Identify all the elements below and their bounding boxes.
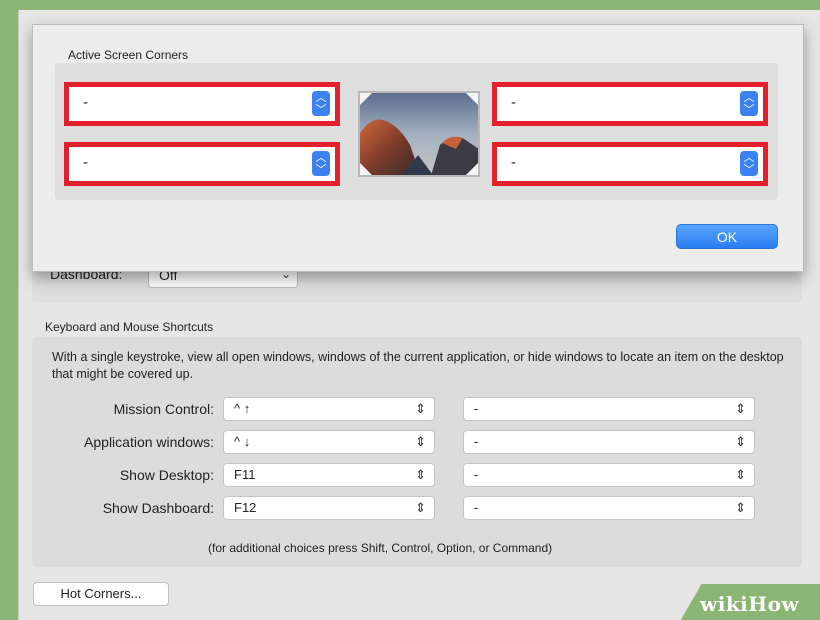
updown-chevron-icon: ⇕: [415, 467, 426, 482]
show-dashboard-keyboard-value: F12: [234, 500, 257, 515]
hot-corners-button[interactable]: Hot Corners...: [33, 582, 169, 606]
corner-marker-bottom-right: [466, 163, 478, 175]
desktop-preview-image: [358, 91, 480, 177]
application-windows-mouse-value: -: [474, 434, 479, 449]
bottom-left-corner-value: -: [83, 154, 88, 171]
updown-chevron-icon: ⇕: [415, 434, 426, 449]
show-dashboard-mouse-value: -: [474, 500, 479, 515]
updown-chevron-icon: ⇕: [735, 434, 746, 449]
show-desktop-mouse-value: -: [474, 467, 479, 482]
mission-control-mouse-value: -: [474, 401, 479, 416]
shortcuts-description: With a single keystroke, view all open w…: [52, 350, 784, 381]
show-desktop-label: Show Desktop:: [119, 467, 214, 483]
updown-chevron-icon: ⇕: [735, 467, 746, 482]
corner-marker-top-right: [466, 93, 478, 105]
show-desktop-mouse-popup[interactable]: - ⇕: [463, 463, 755, 487]
bottom-right-corner-popup[interactable]: - ︿ ﹀: [492, 142, 768, 186]
el-capitan-wallpaper: [360, 93, 478, 175]
shortcuts-footnote: (for additional choices press Shift, Con…: [208, 541, 553, 555]
show-dashboard-keyboard-popup[interactable]: F12 ⇕: [223, 496, 435, 520]
mission-control-keyboard-value: ^ ↑: [234, 401, 251, 416]
top-right-corner-popup[interactable]: - ︿ ﹀: [492, 82, 768, 126]
sheet-title: Active Screen Corners: [68, 48, 189, 62]
top-right-corner-value: -: [511, 94, 516, 111]
application-windows-label: Application windows:: [84, 434, 214, 450]
top-left-corner-value: -: [83, 94, 88, 111]
application-windows-mouse-popup[interactable]: - ⇕: [463, 430, 755, 454]
updown-chevron-icon: ︿ ﹀: [312, 151, 330, 176]
updown-chevron-icon: ︿ ﹀: [740, 151, 758, 176]
show-desktop-keyboard-value: F11: [234, 467, 256, 482]
show-dashboard-mouse-popup[interactable]: - ⇕: [463, 496, 755, 520]
application-windows-keyboard-value: ^ ↓: [234, 434, 251, 449]
ok-button[interactable]: OK: [676, 224, 778, 249]
updown-chevron-icon: ⇕: [415, 500, 426, 515]
top-left-corner-popup[interactable]: - ︿ ﹀: [64, 82, 340, 126]
show-desktop-keyboard-popup[interactable]: F11 ⇕: [223, 463, 435, 487]
show-dashboard-label: Show Dashboard:: [102, 500, 214, 516]
updown-chevron-icon: ⇕: [415, 401, 426, 416]
shortcuts-title: Keyboard and Mouse Shortcuts: [45, 320, 214, 334]
mission-control-label: Mission Control:: [113, 401, 214, 417]
application-windows-keyboard-popup[interactable]: ^ ↓ ⇕: [223, 430, 435, 454]
bottom-left-corner-popup[interactable]: - ︿ ﹀: [64, 142, 340, 186]
updown-chevron-icon: ︿ ﹀: [312, 91, 330, 116]
mission-control-keyboard-popup[interactable]: ^ ↑ ⇕: [223, 397, 435, 421]
corner-marker-bottom-left: [360, 163, 372, 175]
updown-chevron-icon: ⇕: [735, 500, 746, 515]
corner-marker-top-left: [360, 93, 372, 105]
updown-chevron-icon: ⇕: [735, 401, 746, 416]
bottom-right-corner-value: -: [511, 154, 516, 171]
wikihow-watermark: wikiHow: [700, 592, 800, 616]
updown-chevron-icon: ︿ ﹀: [740, 91, 758, 116]
mission-control-mouse-popup[interactable]: - ⇕: [463, 397, 755, 421]
